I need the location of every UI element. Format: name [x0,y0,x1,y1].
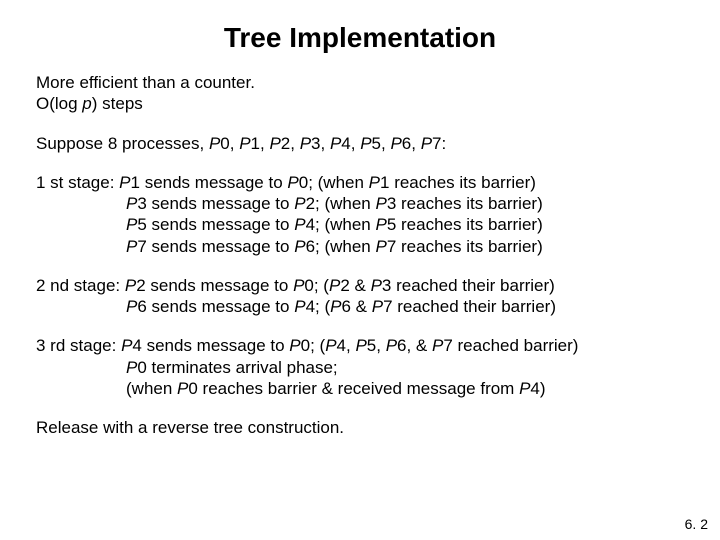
var-p: P [372,297,383,316]
suppose-block: Suppose 8 processes, P0, P1, P2, P3, P4,… [36,133,684,154]
text: 7 reached barrier) [443,336,578,355]
var-p: P [386,336,397,355]
page-title: Tree Implementation [36,22,684,54]
text: 6, & [397,336,432,355]
stage2-label: 2 nd stage: [36,276,125,295]
text: 0; (when [299,173,369,192]
var-p: P [371,276,382,295]
var-p: P [209,134,220,153]
var-p: P [390,134,401,153]
var-p: P [519,379,530,398]
var-p: P [369,173,380,192]
slide-number: 6. 2 [685,516,708,532]
text: 5 reaches its barrier) [387,215,543,234]
text: 4; (when [306,215,376,234]
var-p: p [82,94,91,113]
text: 4, [337,336,356,355]
text: 2 & [340,276,370,295]
var-p: P [325,336,336,355]
var-p: P [126,194,137,213]
text: O(log [36,94,82,113]
text: 1 sends message to [131,173,288,192]
var-p: P [126,215,137,234]
var-p: P [376,194,387,213]
stage1-line4: P7 sends message to P6; (when P7 reaches… [36,236,684,257]
var-p: P [294,194,305,213]
text: 7 reached their barrier) [383,297,556,316]
var-p: P [287,173,298,192]
release-line: Release with a reverse tree construction… [36,417,684,438]
var-p: P [126,297,137,316]
text: 7 reaches its barrier) [387,237,543,256]
intro-line2: O(log p) steps [36,94,143,113]
var-p: P [294,237,305,256]
var-p: P [126,237,137,256]
var-p: P [421,134,432,153]
var-p: P [119,173,130,192]
var-p: P [269,134,280,153]
text: 4 sends message to [132,336,289,355]
var-p: P [289,336,300,355]
text: 6, [402,134,421,153]
var-p: P [355,336,366,355]
var-p: P [294,215,305,234]
var-p: P [330,297,341,316]
text: 3 reaches its barrier) [387,194,543,213]
text: 0; ( [301,336,326,355]
text: 0, [220,134,239,153]
var-p: P [329,276,340,295]
var-p: P [239,134,250,153]
text: 6 & [341,297,371,316]
text: 3, [311,134,330,153]
slide: Tree Implementation More efficient than … [0,0,720,540]
var-p: P [121,336,132,355]
text: 4; ( [306,297,331,316]
stage2-line2: P6 sends message to P4; (P6 & P7 reached… [36,296,684,317]
text: 4, [341,134,360,153]
text: (when [126,379,177,398]
var-p: P [293,276,304,295]
stage1-block: 1 st stage: P1 sends message to P0; (whe… [36,172,684,257]
var-p: P [330,134,341,153]
text: 1 reaches its barrier) [380,173,536,192]
intro-block: More efficient than a counter. O(log p) … [36,72,684,115]
stage3-block: 3 rd stage: P4 sends message to P0; (P4,… [36,335,684,399]
stage3-line3: (when P0 reaches barrier & received mess… [36,378,684,399]
stage1-line2: P3 sends message to P2; (when P3 reaches… [36,193,684,214]
text: 1, [251,134,270,153]
var-p: P [376,215,387,234]
text: 7 sends message to [137,237,294,256]
text: 2; (when [306,194,376,213]
text: 5 sends message to [137,215,294,234]
text: 7: [432,134,446,153]
stage1-line3: P5 sends message to P4; (when P5 reaches… [36,214,684,235]
var-p: P [177,379,188,398]
text: Suppose 8 processes, [36,134,209,153]
text: 4) [530,379,545,398]
text: 3 sends message to [137,194,294,213]
text: 0 terminates arrival phase; [137,358,337,377]
var-p: P [294,297,305,316]
var-p: P [300,134,311,153]
var-p: P [376,237,387,256]
var-p: P [432,336,443,355]
stage3-line2: P0 terminates arrival phase; [36,357,684,378]
text: 0 reaches barrier & received message fro… [188,379,519,398]
stage2-block: 2 nd stage: P2 sends message to P0; (P2 … [36,275,684,318]
intro-line1: More efficient than a counter. [36,73,255,92]
text: 5, [367,336,386,355]
text: 6; (when [306,237,376,256]
text: 5, [372,134,391,153]
var-p: P [126,358,137,377]
text: 6 sends message to [137,297,294,316]
text: 2, [281,134,300,153]
stage3-label: 3 rd stage: [36,336,121,355]
var-p: P [360,134,371,153]
text: 2 sends message to [136,276,293,295]
var-p: P [125,276,136,295]
text: 3 reached their barrier) [382,276,555,295]
text: ) steps [92,94,143,113]
text: 0; ( [304,276,329,295]
stage1-label: 1 st stage: [36,173,119,192]
